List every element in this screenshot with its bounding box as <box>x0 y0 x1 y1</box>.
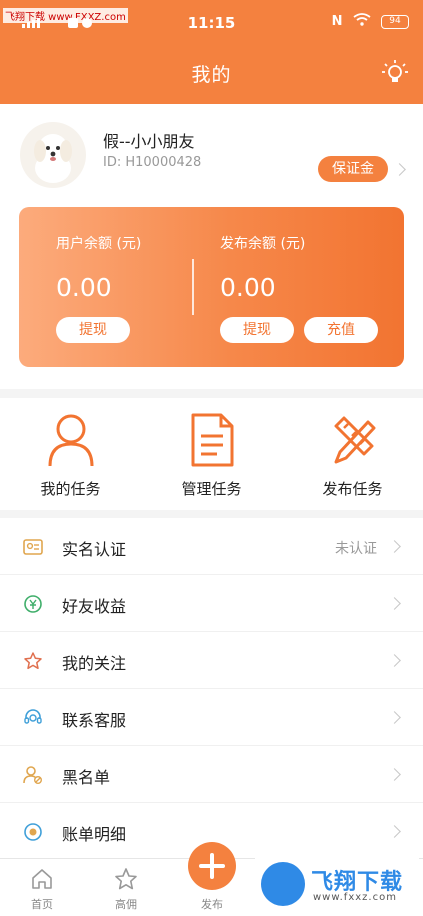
publish-withdraw-button[interactable]: 提现 <box>220 317 294 343</box>
publish-tasks-label: 发布任务 <box>322 480 383 498</box>
menu-label: 我的关注 <box>62 654 127 673</box>
menu-label: 黑名单 <box>62 768 111 787</box>
bill-icon <box>24 823 42 841</box>
publish-balance-label: 发布余额 (元) <box>220 236 306 252</box>
lightbulb-icon[interactable] <box>381 58 409 86</box>
avatar[interactable] <box>20 122 86 188</box>
tab-high-commission-label: 高佣 <box>115 898 137 911</box>
manage-tasks-button[interactable]: 管理任务 <box>141 398 282 510</box>
publish-balance-value: 0.00 <box>220 273 276 302</box>
nfc-label: N <box>331 14 343 29</box>
id-card-icon <box>23 539 43 555</box>
star-icon <box>115 868 137 890</box>
recharge-button[interactable]: 充值 <box>304 317 378 343</box>
menu-label: 联系客服 <box>62 711 127 730</box>
user-balance-value: 0.00 <box>56 273 112 302</box>
menu-label: 实名认证 <box>62 540 127 559</box>
wallet-card: 用户余额 (元) 0.00 发布余额 (元) 0.00 提现 提现 充值 <box>19 207 404 367</box>
chevron-right-icon <box>388 654 401 667</box>
tab-high-commission[interactable]: 高佣 <box>84 865 168 915</box>
star-icon <box>24 652 42 670</box>
battery-icon: 94 <box>381 15 409 29</box>
person-icon <box>48 414 94 467</box>
chevron-right-icon <box>388 597 401 610</box>
chevron-right-icon <box>388 540 401 553</box>
menu-item-blacklist[interactable]: 黑名单 <box>0 746 423 803</box>
nav-bar: 我的 <box>0 44 423 104</box>
page-title: 我的 <box>191 64 232 86</box>
menu-label: 好友收益 <box>62 597 127 616</box>
manage-tasks-label: 管理任务 <box>181 480 242 498</box>
profile-chevron-right-icon[interactable] <box>393 163 406 176</box>
menu-item-customer-service[interactable]: 联系客服 <box>0 689 423 746</box>
publish-plus-button[interactable] <box>188 842 236 890</box>
money-icon <box>24 595 42 613</box>
home-icon <box>32 869 52 889</box>
chevron-right-icon <box>388 711 401 724</box>
verify-status: 未认证 <box>335 541 377 557</box>
watermark-logo-icon <box>261 862 305 906</box>
user-balance-label: 用户余额 (元) <box>56 236 142 252</box>
nickname: 假--小小朋友 <box>103 132 195 151</box>
tab-home[interactable]: 首页 <box>0 865 84 915</box>
profile-section: 假--小小朋友 ID: H10000428 保证金 用户余额 (元) 0.00 … <box>0 104 423 389</box>
menu-label: 账单明细 <box>62 825 127 844</box>
publish-tasks-button[interactable]: 发布任务 <box>282 398 423 510</box>
settings-menu: 实名认证 未认证 好友收益 我的关注 联系客服 黑名单 账单明细 <box>0 518 423 860</box>
network-indicator: N <box>332 13 371 29</box>
menu-item-realname[interactable]: 实名认证 未认证 <box>0 518 423 575</box>
watermark-logo-subtitle: www.fxxz.com <box>313 892 397 903</box>
task-shortcuts: 我的任务 管理任务 发布任务 <box>0 398 423 510</box>
pencil-ruler-icon <box>334 416 376 464</box>
wifi-icon <box>353 13 371 26</box>
menu-item-following[interactable]: 我的关注 <box>0 632 423 689</box>
chevron-right-icon <box>388 768 401 781</box>
deposit-button[interactable]: 保证金 <box>318 156 388 182</box>
watermark-logo: 飞翔下载 www.fxxz.com <box>255 858 419 910</box>
my-tasks-label: 我的任务 <box>40 480 101 498</box>
blacklist-user-icon <box>23 766 42 784</box>
tab-publish-label: 发布 <box>201 898 223 911</box>
wallet-divider <box>192 259 194 315</box>
status-bar: 飞翔下载 www.FXXZ.com 11:15 N 94 <box>0 0 423 44</box>
menu-item-friend-earnings[interactable]: 好友收益 <box>0 575 423 632</box>
puppy-avatar-image <box>34 134 72 183</box>
headset-icon <box>24 709 42 724</box>
tab-home-label: 首页 <box>31 898 53 911</box>
my-tasks-button[interactable]: 我的任务 <box>0 398 141 510</box>
chevron-right-icon <box>388 825 401 838</box>
document-icon <box>191 413 234 467</box>
user-withdraw-button[interactable]: 提现 <box>56 317 130 343</box>
user-id: ID: H10000428 <box>103 155 202 170</box>
